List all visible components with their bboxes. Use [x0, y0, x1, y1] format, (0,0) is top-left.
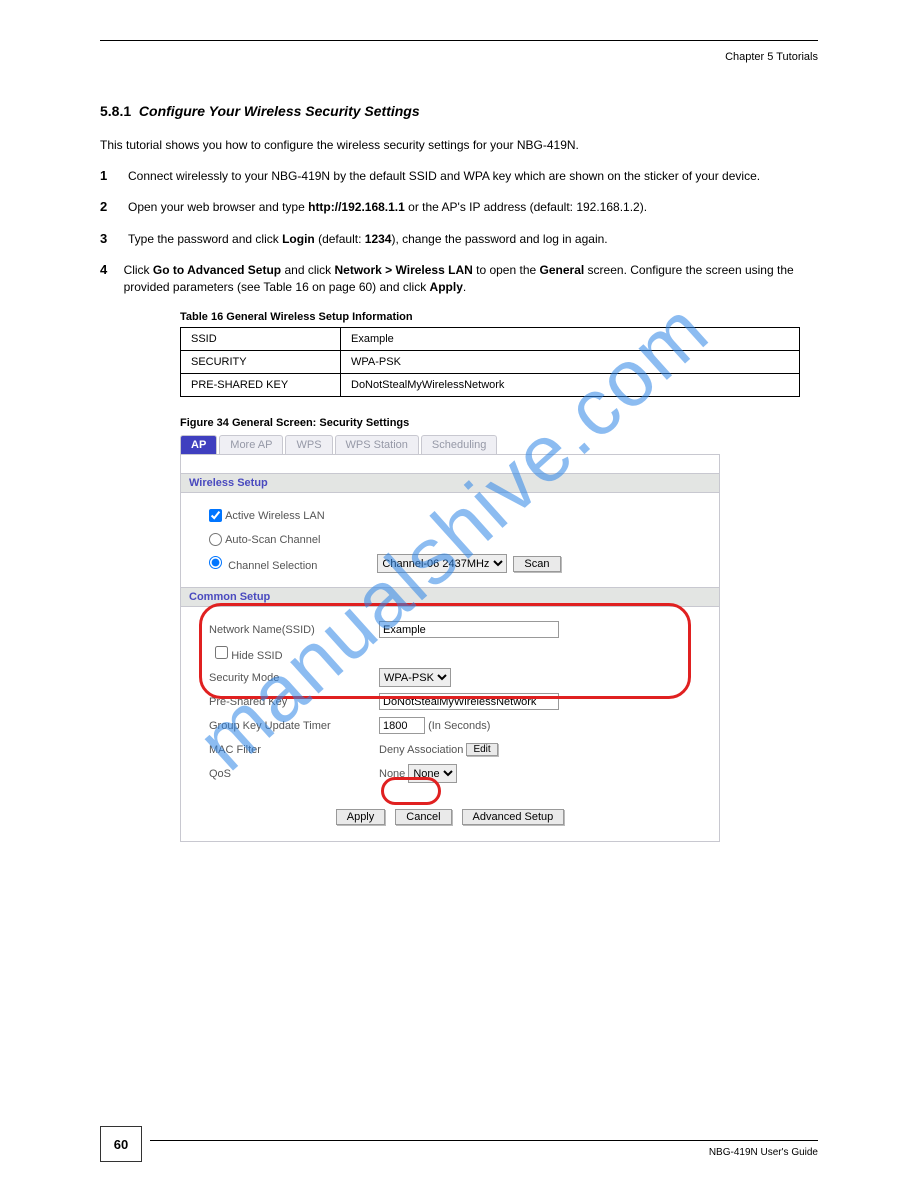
cancel-button[interactable]: Cancel — [395, 809, 451, 825]
psk-label: Pre-Shared Key — [209, 696, 379, 708]
qos-select[interactable]: None — [408, 764, 457, 783]
hide-ssid-checkbox[interactable] — [215, 646, 228, 659]
tab-wps-station[interactable]: WPS Station — [335, 435, 419, 454]
tab-wps[interactable]: WPS — [285, 435, 332, 454]
table-cell-key: SECURITY — [181, 350, 341, 373]
table-cell-key: SSID — [181, 327, 341, 350]
group-key-label: Group Key Update Timer — [209, 720, 379, 732]
text-fragment: to open the — [473, 263, 540, 277]
step-text: Type the password and click Login (defau… — [128, 231, 608, 248]
url-text: http://192.168.1.1 — [308, 200, 405, 214]
text-fragment: Click — [124, 263, 153, 277]
channel-radio[interactable] — [209, 556, 222, 569]
table-row: PRE-SHARED KEY DoNotStealMyWirelessNetwo… — [181, 373, 800, 396]
text-fragment: or the AP's IP address (default: 192.168… — [405, 200, 647, 214]
screen-name: General — [540, 263, 585, 277]
step-number: 3 — [100, 231, 114, 248]
table-cell-key: PRE-SHARED KEY — [181, 373, 341, 396]
group-key-input[interactable] — [379, 717, 425, 734]
intro-paragraph: This tutorial shows you how to configure… — [100, 137, 818, 154]
tab-more-ap[interactable]: More AP — [219, 435, 283, 454]
figure-caption: Figure 34 General Screen: Security Setti… — [180, 417, 818, 429]
apply-label: Apply — [430, 280, 463, 294]
top-rule — [100, 40, 818, 41]
table-row: SSID Example — [181, 327, 800, 350]
hide-ssid-label: Hide SSID — [231, 650, 282, 662]
table-cell-value: WPA-PSK — [341, 350, 800, 373]
tab-scheduling[interactable]: Scheduling — [421, 435, 497, 454]
text-fragment: (default: — [315, 232, 365, 246]
step-number: 2 — [100, 199, 114, 216]
text-fragment: ), change the password and log in again. — [391, 232, 607, 246]
ssid-label: Network Name(SSID) — [209, 624, 379, 636]
step-number: 4 — [100, 262, 110, 297]
table-caption: Table 16 General Wireless Setup Informat… — [180, 311, 818, 323]
autoscan-radio[interactable] — [209, 533, 222, 546]
figure-screenshot: AP More AP WPS WPS Station Scheduling Wi… — [180, 435, 720, 842]
qos-status: None — [379, 768, 405, 780]
tab-bar: AP More AP WPS WPS Station Scheduling — [180, 435, 720, 454]
security-mode-select[interactable]: WPA-PSK — [379, 668, 451, 687]
step-number: 1 — [100, 168, 114, 185]
config-panel: Wireless Setup Active Wireless LAN Auto-… — [180, 454, 720, 842]
apply-button[interactable]: Apply — [336, 809, 386, 825]
scan-button[interactable]: Scan — [513, 556, 560, 572]
step-text: Connect wirelessly to your NBG-419N by t… — [128, 168, 760, 185]
mac-filter-status: Deny Association — [379, 744, 463, 756]
text-fragment: . — [463, 280, 466, 294]
active-wlan-checkbox[interactable] — [209, 509, 222, 522]
table-cell-value: DoNotStealMyWirelessNetwork — [341, 373, 800, 396]
group-key-unit: (In Seconds) — [428, 720, 490, 732]
section-number: 5.8.1 — [100, 103, 131, 119]
login-label: Login — [282, 232, 315, 246]
footer-doc-title: NBG-419N User's Guide — [100, 1147, 818, 1158]
default-password: 1234 — [365, 232, 392, 246]
autoscan-label: Auto-Scan Channel — [225, 534, 320, 546]
settings-table: SSID Example SECURITY WPA-PSK PRE-SHARED… — [180, 327, 800, 397]
channel-label: Channel Selection — [228, 560, 317, 572]
advanced-link-label: Go to Advanced Setup — [153, 263, 281, 277]
mac-filter-label: MAC Filter — [209, 744, 379, 756]
text-fragment: and click — [281, 263, 334, 277]
common-setup-heading: Common Setup — [181, 587, 719, 607]
channel-select[interactable]: Channel-06 2437MHz — [377, 554, 507, 573]
chapter-label: Chapter 5 Tutorials — [100, 51, 818, 63]
nav-path: Network > Wireless LAN — [335, 263, 473, 277]
text-fragment: Open your web browser and type — [128, 200, 308, 214]
tab-ap[interactable]: AP — [180, 435, 217, 454]
footer: NBG-419N User's Guide — [100, 1140, 818, 1158]
qos-label: QoS — [209, 768, 379, 780]
step-text: Open your web browser and type http://19… — [128, 199, 647, 216]
security-mode-label: Security Mode — [209, 672, 379, 684]
text-fragment: Type the password and click — [128, 232, 282, 246]
active-wlan-label: Active Wireless LAN — [225, 510, 325, 522]
advanced-setup-button[interactable]: Advanced Setup — [462, 809, 565, 825]
wireless-setup-heading: Wireless Setup — [181, 473, 719, 493]
section-heading: 5.8.1 Configure Your Wireless Security S… — [100, 103, 818, 119]
psk-input[interactable] — [379, 693, 559, 710]
table-cell-value: Example — [341, 327, 800, 350]
mac-filter-edit-button[interactable]: Edit — [466, 743, 497, 756]
ssid-input[interactable] — [379, 621, 559, 638]
step-text: Click Go to Advanced Setup and click Net… — [124, 262, 818, 297]
section-title: Configure Your Wireless Security Setting… — [139, 103, 420, 119]
table-row: SECURITY WPA-PSK — [181, 350, 800, 373]
